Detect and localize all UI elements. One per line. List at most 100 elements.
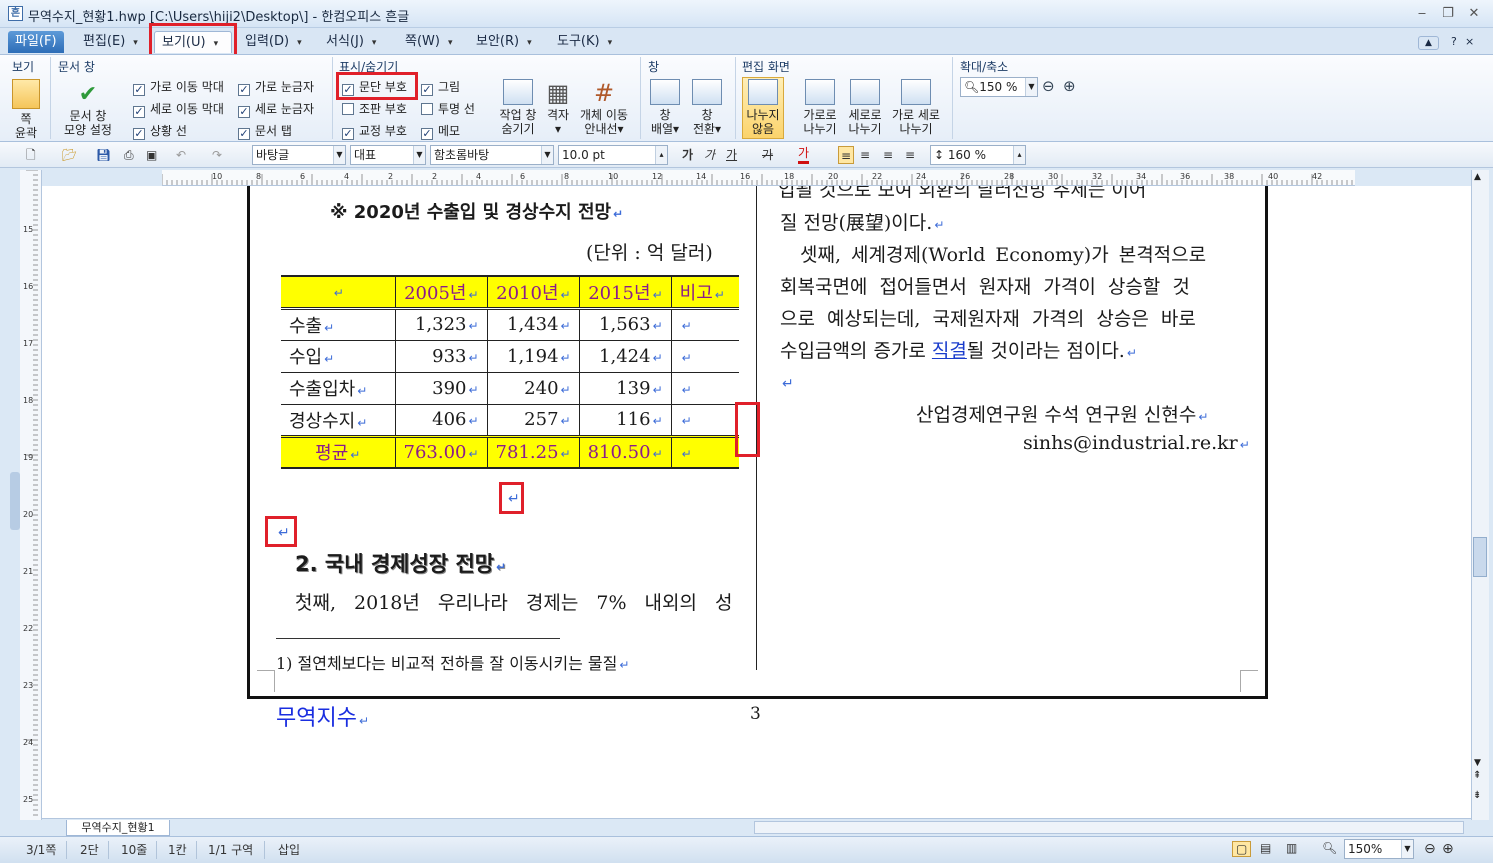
no-split-button[interactable]: 나누지 않음 bbox=[742, 79, 784, 136]
view-outline-icon[interactable]: ▥ bbox=[1286, 841, 1297, 855]
prev-page-icon[interactable]: ⇞ bbox=[1473, 770, 1481, 781]
scroll-down-icon[interactable]: ▼ bbox=[1474, 758, 1481, 768]
hyperlink[interactable]: 직결 bbox=[932, 340, 967, 362]
status-zoom-combo[interactable]: 150% ▼ bbox=[1344, 839, 1414, 859]
ribbon-collapse-icon[interactable]: ▲ bbox=[1418, 36, 1439, 50]
grid-button[interactable]: ▦ 격자 ▾ bbox=[543, 79, 573, 136]
zoom-combo[interactable]: 🔍︎150 % ▼ bbox=[960, 77, 1038, 97]
checkbox-icon: ✓ bbox=[238, 105, 250, 118]
doc-window-shape-button[interactable]: ✔ 문서 창 모양 설정 bbox=[58, 81, 118, 137]
table-cell: 1,424 ↵ bbox=[579, 340, 672, 372]
hide-task-pane-button[interactable]: 작업 창 숨기기 bbox=[496, 79, 540, 136]
close-doc-icon[interactable]: × bbox=[1462, 34, 1477, 56]
view-page-icon[interactable]: ▢ bbox=[1232, 841, 1252, 857]
ruler-label: 24 bbox=[23, 738, 33, 747]
object-guide-button[interactable]: # 개체 이동 안내선▾ bbox=[576, 79, 632, 136]
table-row: 수입 ↵ 933 ↵ 1,194 ↵ 1,424 ↵ ↵ bbox=[281, 340, 740, 372]
font-group-combo[interactable]: 대표 ▼ bbox=[350, 145, 426, 165]
window-switch-button[interactable]: 창 전환▾ bbox=[690, 79, 724, 136]
check-h-ruler[interactable]: ✓ 가로 눈금자 bbox=[238, 78, 314, 96]
ruler-label: 30 bbox=[1048, 172, 1058, 181]
footnote-separator bbox=[276, 638, 560, 639]
vertical-ruler[interactable]: 15 16 17 18 19 20 21 22 23 24 25 bbox=[20, 169, 42, 820]
window-arrange-button[interactable]: 창 배열▾ bbox=[648, 79, 682, 136]
header-text: 비고 bbox=[679, 282, 713, 304]
zoom-in-icon[interactable]: ⊕ bbox=[1442, 841, 1454, 857]
menu-view[interactable]: 보기(U) ▾ bbox=[154, 31, 232, 53]
menu-tools[interactable]: 도구(K) ▾ bbox=[550, 31, 619, 53]
zoom-out-icon[interactable]: ⊖ bbox=[1042, 77, 1055, 95]
split-vertical-button[interactable]: 세로로 나누기 bbox=[843, 79, 887, 136]
chevron-down-icon[interactable]: ▼ bbox=[1025, 78, 1037, 96]
view-normal-icon[interactable]: ▤ bbox=[1260, 841, 1271, 855]
font-combo[interactable]: 함초롬바탕 ▼ bbox=[430, 145, 554, 165]
font-color-button[interactable]: 가 bbox=[798, 146, 810, 164]
check-label: 조판 부호 bbox=[359, 102, 407, 116]
style-combo[interactable]: 바탕글 ▼ bbox=[252, 145, 346, 165]
new-doc-icon[interactable]: 🗋 bbox=[26, 146, 36, 164]
open-folder-icon[interactable]: 📂︎ bbox=[62, 146, 77, 164]
align-left-icon[interactable]: ≡ bbox=[860, 146, 870, 164]
bold-button[interactable]: 가 bbox=[682, 146, 693, 164]
check-para-mark[interactable]: ✓ 문단 부호 bbox=[342, 78, 407, 96]
zoom-out-icon[interactable]: ⊖ bbox=[1424, 841, 1436, 857]
data-table[interactable]: ↵ 2005년 ↵ 2010년 ↵ 2015년 ↵ 비고 ↵ 수출 ↵ 1,323 ↵ 1,… bbox=[281, 275, 740, 469]
close-icon[interactable]: ✕ bbox=[1464, 5, 1484, 23]
help-icon[interactable]: ? bbox=[1448, 34, 1460, 56]
next-page-icon[interactable]: ⇟ bbox=[1473, 790, 1481, 801]
check-v-scrollbar[interactable]: ✓ 세로 이동 막대 bbox=[133, 100, 224, 118]
split-both-button[interactable]: 가로 세로 나누기 bbox=[887, 79, 945, 136]
horizontal-ruler[interactable]: 10 8 6 4 2 2 4 6 8 10 12 14 16 18 20 22 24 26 28 30 32 34 36 38… bbox=[161, 170, 1366, 186]
split-horizontal-button[interactable]: 가로로 나누기 bbox=[798, 79, 842, 136]
menu-insert[interactable]: 입력(D) ▾ bbox=[238, 31, 309, 53]
menu-format[interactable]: 서식(J) ▾ bbox=[319, 31, 383, 53]
check-picture[interactable]: ✓ 그림 bbox=[421, 78, 460, 96]
align-right-icon[interactable]: ≡ bbox=[905, 146, 915, 164]
minimize-icon[interactable]: ‒ bbox=[1412, 5, 1432, 23]
table-cell: 116 ↵ bbox=[579, 404, 672, 436]
scroll-up-icon[interactable]: ▲ bbox=[1474, 172, 1481, 182]
zoom-magnifier-icon[interactable]: 🔍︎ bbox=[1322, 841, 1337, 855]
print-icon[interactable]: ⎙ bbox=[124, 146, 134, 164]
side-panel-handle[interactable] bbox=[10, 472, 20, 530]
menu-security[interactable]: 보안(R) ▾ bbox=[469, 31, 539, 53]
align-justify-icon[interactable]: ≡ bbox=[838, 146, 855, 164]
check-transparent-line[interactable]: 투명 선 bbox=[421, 100, 475, 118]
grid-label: 격자 ▾ bbox=[546, 108, 570, 136]
doc-tab[interactable]: 무역수지_현황1 bbox=[66, 820, 170, 836]
vertical-scrollbar[interactable]: ▲ ▼ ⇞ ⇟ bbox=[1471, 170, 1489, 820]
spacing-combo[interactable]: ↕ 160 % ▴ bbox=[930, 145, 1026, 165]
restore-icon[interactable]: ❐ bbox=[1438, 5, 1458, 23]
check-status-line[interactable]: ✓ 상황 선 bbox=[133, 122, 187, 140]
scroll-thumb[interactable] bbox=[1473, 537, 1487, 577]
menu-file[interactable]: 파일(F) bbox=[8, 31, 64, 53]
doc-icon[interactable]: 흔 bbox=[8, 6, 23, 21]
check-h-scrollbar[interactable]: ✓ 가로 이동 막대 bbox=[133, 78, 224, 96]
italic-button[interactable]: 가 bbox=[704, 146, 715, 164]
status-mode[interactable]: 삽입 bbox=[278, 841, 300, 858]
check-layout-mark[interactable]: 조판 부호 bbox=[342, 100, 407, 118]
spinner-icon: ▴ bbox=[655, 146, 667, 164]
check-v-ruler[interactable]: ✓ 세로 눈금자 bbox=[238, 100, 314, 118]
page-outline-button[interactable]: 쪽 윤곽 bbox=[10, 79, 42, 140]
font-size-combo[interactable]: 10.0 pt ▴ bbox=[558, 145, 668, 165]
cell-text: 810.50 bbox=[587, 441, 651, 463]
preview-icon[interactable]: ▣ bbox=[146, 146, 157, 164]
cell-text: 1,434 bbox=[507, 314, 559, 335]
strike-button[interactable]: 가 bbox=[762, 146, 773, 164]
menu-view-label: 보기(U) bbox=[162, 35, 206, 50]
redo-icon[interactable]: ↷ bbox=[212, 146, 222, 164]
check-doc-tab[interactable]: ✓ 문서 탭 bbox=[238, 122, 292, 140]
underline-button[interactable]: 가 bbox=[726, 146, 737, 164]
undo-icon[interactable]: ↶ bbox=[176, 146, 186, 164]
zoom-in-icon[interactable]: ⊕ bbox=[1063, 77, 1076, 95]
save-icon[interactable]: 💾︎ bbox=[96, 146, 111, 164]
horizontal-scrollbar[interactable] bbox=[754, 821, 1464, 834]
align-center-icon[interactable]: ≡ bbox=[883, 146, 893, 164]
group-label-edit-screen: 편집 화면 bbox=[742, 60, 790, 74]
line-spacing-icon: ↕ bbox=[934, 148, 948, 162]
check-memo[interactable]: ✓ 메모 bbox=[421, 122, 460, 140]
check-proof-mark[interactable]: ✓ 교정 부호 bbox=[342, 122, 407, 140]
menu-edit[interactable]: 편집(E) ▾ bbox=[76, 31, 145, 53]
menu-page[interactable]: 쪽(W) ▾ bbox=[398, 31, 460, 53]
